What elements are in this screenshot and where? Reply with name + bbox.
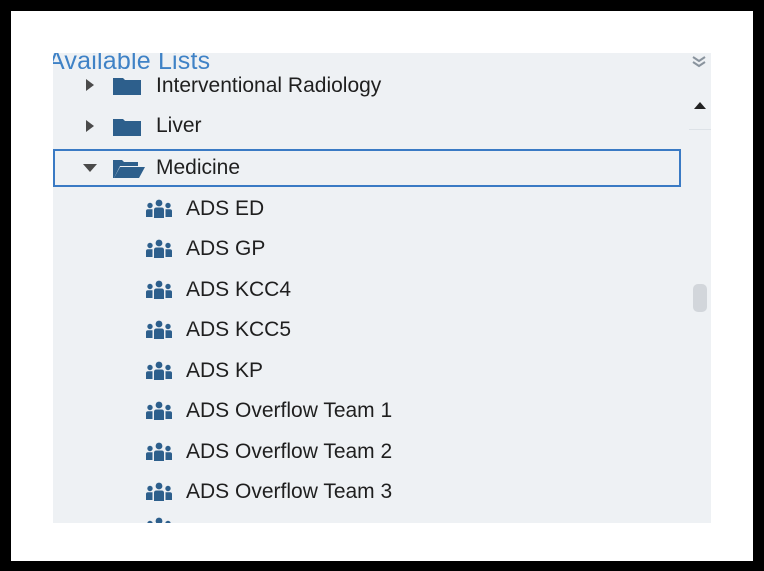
tree-item-ads-ed[interactable]: ADS ED: [53, 191, 683, 227]
tree-group-interventional-radiology[interactable]: Interventional Radiology: [53, 68, 683, 102]
collapse-panel-button[interactable]: [689, 53, 709, 69]
collapse-arrow-icon[interactable]: [82, 163, 98, 173]
tree-item-label: ADS GP: [186, 237, 266, 260]
team-icon: [146, 320, 172, 339]
team-icon: [146, 280, 172, 299]
double-chevron-up-icon: [692, 56, 706, 68]
tree-item-ads-overflow-team-1[interactable]: ADS Overflow Team 1: [53, 393, 683, 429]
tree-group-liver[interactable]: Liver: [53, 108, 683, 144]
team-icon: [146, 361, 172, 380]
team-icon: [146, 239, 172, 258]
folder-open-icon: [113, 160, 145, 178]
tree-item-label: ADS ED: [186, 197, 265, 220]
tree-item-partial[interactable]: [53, 515, 683, 523]
tree-item-label: ADS KCC5: [186, 318, 292, 341]
tree-item-ads-kcc4[interactable]: ADS KCC4: [53, 272, 683, 308]
tree-group-label: Interventional Radiology: [156, 74, 382, 97]
tree-item-label: ADS Overflow Team 2: [186, 440, 393, 463]
tree-item-ads-overflow-team-3[interactable]: ADS Overflow Team 3: [53, 474, 683, 510]
scroll-thumb[interactable]: [693, 284, 707, 312]
expand-arrow-icon[interactable]: [85, 119, 95, 133]
tree-item-ads-kp[interactable]: ADS KP: [53, 353, 683, 389]
folder-icon: [113, 119, 141, 136]
tree-item-ads-gp[interactable]: ADS GP: [53, 231, 683, 267]
team-icon: [147, 517, 171, 523]
scroll-up-icon[interactable]: [694, 101, 706, 109]
tree-item-label: ADS KP: [186, 359, 264, 382]
team-icon: [146, 199, 172, 218]
tree-group-label: Liver: [156, 114, 202, 137]
available-lists-panel: Available Lists Interventional Radiology: [53, 53, 711, 523]
expand-arrow-icon[interactable]: [85, 78, 95, 92]
folder-icon: [113, 78, 141, 95]
tree-item-ads-overflow-team-2[interactable]: ADS Overflow Team 2: [53, 434, 683, 470]
team-icon: [146, 442, 172, 461]
tree-item-label: ADS Overflow Team 1: [186, 399, 393, 422]
team-icon: [146, 401, 172, 420]
tree-item-label: ADS Overflow Team 3: [186, 480, 393, 503]
scroll-track: [689, 129, 711, 130]
tree-group-medicine[interactable]: Medicine: [53, 149, 681, 187]
tree-group-label: Medicine: [156, 156, 241, 179]
team-icon: [146, 482, 172, 501]
tree-item-label: ADS KCC4: [186, 278, 292, 301]
vertical-scrollbar[interactable]: [689, 81, 711, 523]
tree-item-ads-kcc5[interactable]: ADS KCC5: [53, 312, 683, 348]
